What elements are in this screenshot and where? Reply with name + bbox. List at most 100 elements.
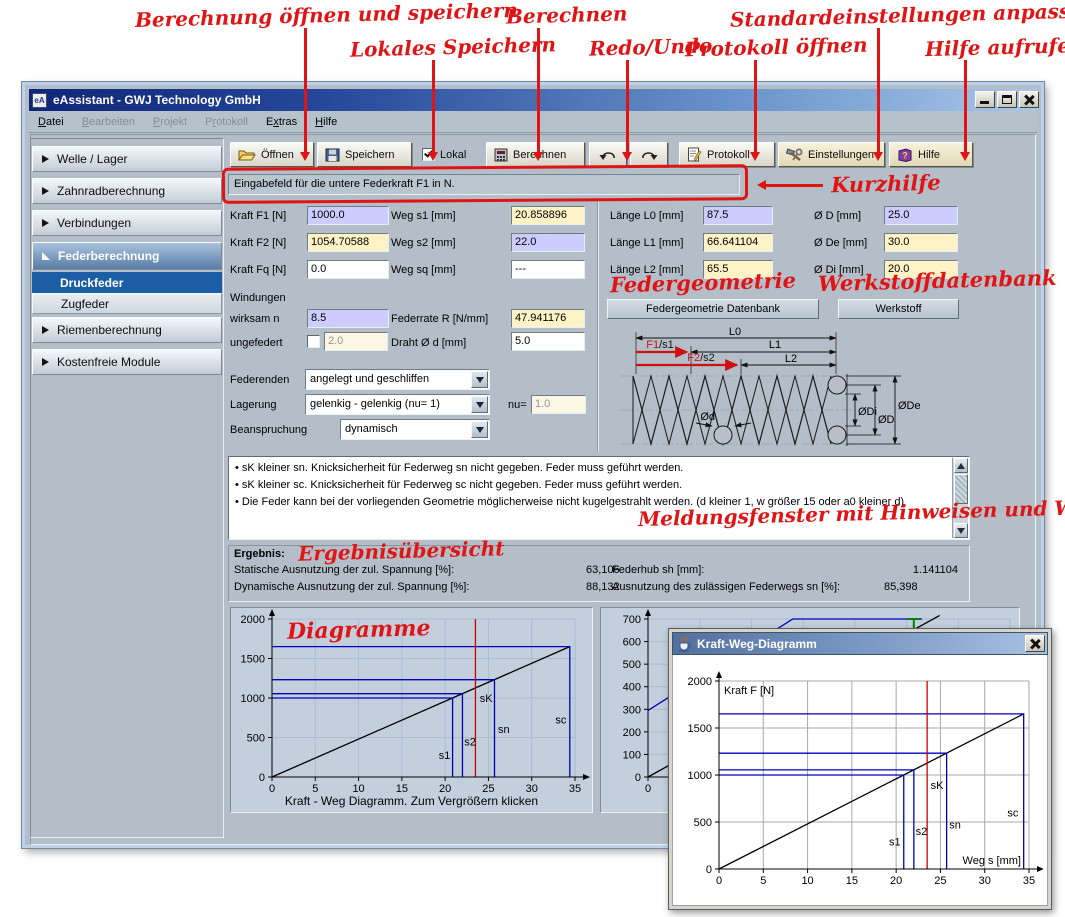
svg-text:700: 700 [623, 614, 641, 626]
local-checkbox-group[interactable]: Lokal [415, 142, 482, 167]
laenge-l0-input[interactable]: 87.5 [703, 206, 773, 225]
minimize-icon [980, 101, 989, 104]
dropdown-button[interactable] [471, 396, 488, 413]
kraft-f1-input[interactable]: 1000.0 [307, 206, 389, 225]
arrow-up-icon [957, 459, 965, 469]
annotation-protocol: Protokoll öffnen [685, 33, 868, 62]
popup-titlebar[interactable]: Kraft-Weg-Diagramm [672, 632, 1048, 655]
collapsed-arrow-icon [42, 155, 49, 163]
windungen-header: Windungen [230, 292, 286, 304]
durchmesser-d-input[interactable]: 25.0 [884, 206, 958, 225]
svg-text:200: 200 [623, 727, 641, 739]
field-label: wirksam n [230, 313, 280, 325]
menu-protokoll[interactable]: Protokoll [196, 116, 257, 128]
svg-text:F2/s2: F2/s2 [687, 352, 715, 364]
weg-s2-input[interactable]: 22.0 [511, 233, 585, 252]
redo-button[interactable] [630, 142, 668, 167]
sidebar-item-label: Druckfeder [60, 276, 123, 290]
sidebar-item-verbindungen[interactable]: Verbindungen [32, 210, 222, 236]
sidebar-item-zugfeder[interactable]: Zugfeder [32, 293, 222, 314]
sidebar-item-federberechnung[interactable]: Federberechnung [32, 242, 222, 270]
svg-text:sc: sc [1007, 807, 1019, 819]
result-label: Ausnutzung des zulässigen Federwegs sn [… [612, 581, 840, 593]
draht-d-input[interactable]: 5.0 [511, 332, 585, 351]
menu-projekt[interactable]: Projekt [144, 116, 196, 128]
menu-bearbeiten[interactable]: Bearbeiten [73, 116, 144, 128]
window-title: eAssistant - GWJ Technology GmbH [53, 93, 261, 107]
menu-hilfe[interactable]: Hilfe [306, 116, 346, 128]
dropdown-button[interactable] [471, 421, 488, 438]
kraft-fq-input[interactable]: 0.0 [307, 260, 389, 279]
svg-text:F1/s1: F1/s1 [646, 339, 674, 351]
field-label: Weg s1 [mm] [391, 210, 456, 222]
minimize-button[interactable] [975, 91, 995, 108]
sidebar-item-riemenberechnung[interactable]: Riemenberechnung [32, 317, 222, 343]
annotation-arrow [432, 60, 435, 158]
sidebar-item-kostenfreie-module[interactable]: Kostenfreie Module [32, 349, 222, 375]
annotation-box-quickhelp [222, 164, 748, 204]
maximize-button[interactable] [997, 91, 1017, 108]
svg-text:100: 100 [623, 749, 641, 761]
form-divider [597, 200, 599, 452]
sidebar-item-label: Zahnradberechnung [57, 184, 165, 198]
popup-title: Kraft-Weg-Diagramm [697, 637, 817, 651]
titlebar[interactable]: eA eAssistant - GWJ Technology GmbH [29, 89, 1037, 111]
calculator-icon [494, 148, 508, 162]
svg-text:600: 600 [623, 637, 641, 649]
svg-text:20: 20 [890, 875, 902, 887]
svg-text:500: 500 [623, 659, 641, 671]
annotation-local-save: Lokales Speichern [350, 32, 557, 61]
chevron-down-icon [476, 377, 484, 387]
dropdown-button[interactable] [471, 371, 488, 388]
kraft-weg-popup-chart[interactable]: 051015202530350500100015002000s1s2sKsnsc… [679, 659, 1043, 905]
protocol-button-label: Protokoll [707, 149, 750, 161]
beanspruchung-select[interactable]: dynamisch [340, 419, 490, 440]
ungefedert-input[interactable]: 2.0 [324, 332, 388, 351]
scroll-up-button[interactable] [954, 458, 968, 473]
svg-text:2000: 2000 [688, 676, 712, 688]
menu-datei[interactable]: Datei [29, 116, 73, 128]
svg-text:2000: 2000 [241, 614, 265, 626]
settings-button[interactable]: Einstellungen [778, 142, 885, 167]
svg-text:5: 5 [760, 875, 766, 887]
svg-text:L2: L2 [785, 353, 797, 365]
svg-text:ØDe: ØDe [898, 400, 921, 412]
federenden-select[interactable]: angelegt und geschliffen [305, 369, 490, 390]
protocol-button[interactable]: Protokoll [679, 142, 775, 167]
nu-input[interactable]: 1.0 [531, 395, 586, 414]
laenge-l1-input[interactable]: 66.641104 [703, 233, 773, 252]
help-book-icon: ? [897, 148, 913, 162]
field-label: Ø D [mm] [814, 210, 861, 222]
federrate-input[interactable]: 47.941176 [511, 309, 585, 328]
popup-body: 051015202530350500100015002000s1s2sKsnsc… [672, 655, 1048, 906]
field-label: Draht Ø d [mm] [391, 337, 466, 349]
popup-close-button[interactable] [1025, 635, 1045, 652]
weg-s1-input[interactable]: 20.858896 [511, 206, 585, 225]
kraft-f2-input[interactable]: 1054.70588 [307, 233, 389, 252]
sidebar-item-label: Kostenfreie Module [57, 355, 160, 369]
wirksam-n-input[interactable]: 8.5 [307, 309, 389, 328]
sidebar-item-welle-lager[interactable]: Welle / Lager [32, 146, 222, 172]
svg-text:15: 15 [846, 875, 858, 887]
annotation-arrow [626, 60, 629, 158]
ungefedert-checkbox[interactable] [307, 335, 320, 348]
svg-text:s2: s2 [464, 736, 476, 748]
settings-tools-icon [786, 148, 803, 162]
field-label: Weg sq [mm] [391, 264, 456, 276]
durchmesser-de-input[interactable]: 30.0 [884, 233, 958, 252]
menu-extras[interactable]: Extras [257, 116, 306, 128]
field-label: Länge L1 [mm] [610, 237, 683, 249]
werkstoff-button[interactable]: Werkstoff [838, 299, 959, 319]
close-button[interactable] [1019, 91, 1039, 108]
save-floppy-icon [325, 148, 340, 162]
scroll-down-button[interactable] [954, 523, 968, 538]
weg-sq-input[interactable]: --- [511, 260, 585, 279]
save-button[interactable]: Speichern [317, 142, 412, 167]
sidebar-item-zahnradberechnung[interactable]: Zahnradberechnung [32, 178, 222, 204]
sidebar-item-druckfeder[interactable]: Druckfeder [32, 272, 222, 293]
result-label: Statische Ausnutzung der zul. Spannung [… [234, 564, 454, 576]
lagerung-select[interactable]: gelenkig - gelenkig (nu= 1) [305, 394, 490, 415]
federgeometrie-datenbank-button[interactable]: Federgeometrie Datenbank [607, 299, 819, 319]
annotation-diagrams: Diagramme [287, 615, 431, 645]
svg-text:10: 10 [801, 875, 813, 887]
